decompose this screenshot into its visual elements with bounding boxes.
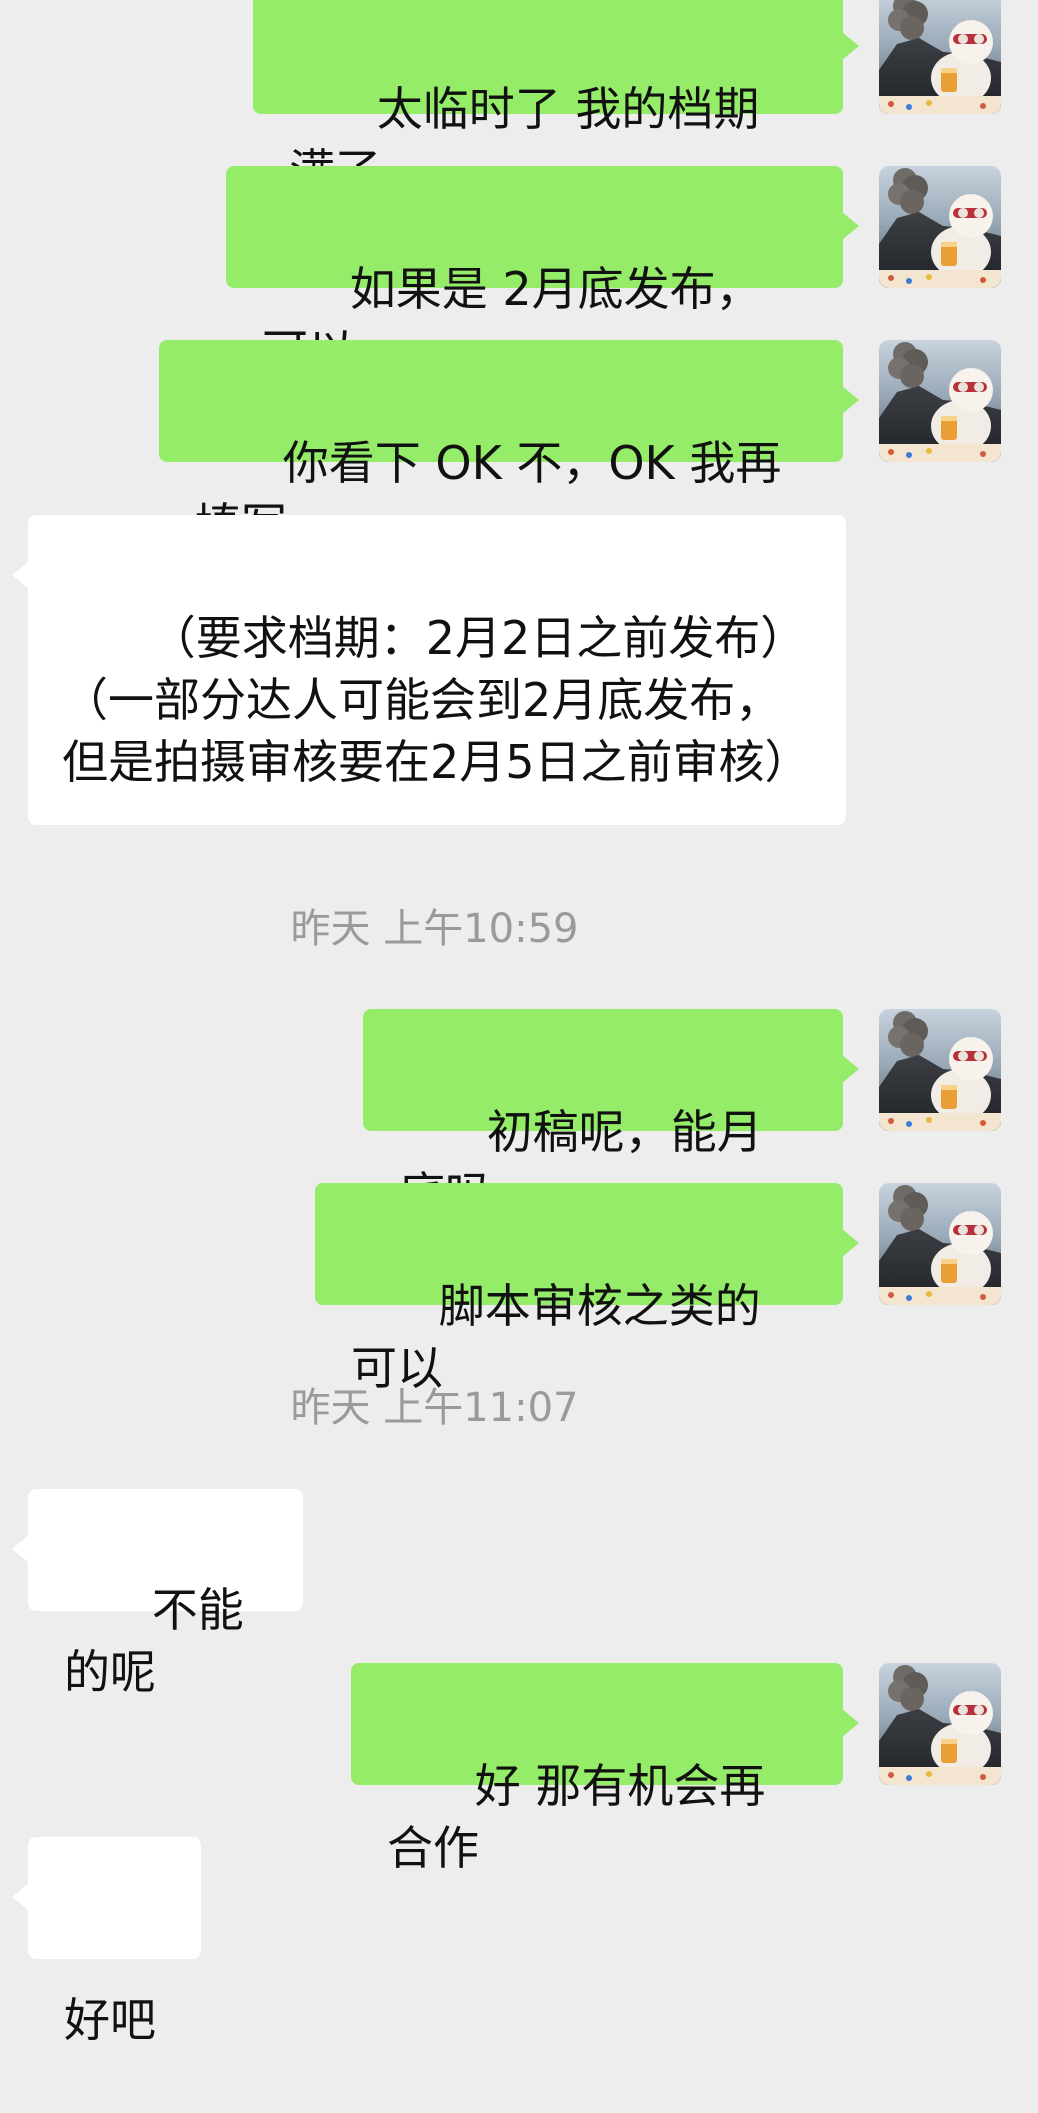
- avatar[interactable]: [879, 0, 1001, 114]
- message-bubble[interactable]: 初稿呢，能月底吗: [363, 1009, 859, 1221]
- user-avatar-icon: [879, 1663, 1001, 1785]
- message-text: 不能的呢: [64, 1583, 244, 1699]
- avatar[interactable]: [879, 1009, 1001, 1131]
- avatar[interactable]: [879, 1183, 1001, 1305]
- avatar[interactable]: [879, 340, 1001, 462]
- message-bubble[interactable]: 脚本审核之类的可以: [315, 1183, 859, 1395]
- avatar[interactable]: [879, 166, 1001, 288]
- message-bubble[interactable]: 好吧: [12, 1837, 201, 2047]
- message-timestamp: 昨天 上午10:59: [290, 906, 579, 952]
- user-avatar-icon: [879, 0, 1001, 114]
- message-bubble[interactable]: 好 那有机会再合作: [351, 1663, 859, 1875]
- message-bubble[interactable]: 你看下 OK 不，OK 我再填写: [159, 340, 859, 552]
- outgoing-message: 太临时了 我的档期满了: [0, 0, 1038, 198]
- message-bubble[interactable]: 太临时了 我的档期满了: [253, 0, 859, 198]
- user-avatar-icon: [879, 1183, 1001, 1305]
- message-timestamp: 昨天 上午11:07: [290, 1385, 579, 1431]
- message-text: （要求档期：2月2日之前发布） （一部分达人可能会到2月底发布，但是拍摄审核要在…: [62, 611, 811, 789]
- avatar[interactable]: [879, 1663, 1001, 1785]
- user-avatar-icon: [879, 1009, 1001, 1131]
- message-bubble[interactable]: 如果是 2月底发布，可以: [226, 166, 859, 378]
- message-bubble[interactable]: （要求档期：2月2日之前发布） （一部分达人可能会到2月底发布，但是拍摄审核要在…: [12, 515, 846, 825]
- message-text: 脚本审核之类的可以: [351, 1279, 761, 1395]
- user-avatar-icon: [879, 166, 1001, 288]
- message-text: 好 那有机会再合作: [387, 1759, 766, 1875]
- user-avatar-icon: [879, 340, 1001, 462]
- chat-message-list[interactable]: 太临时了 我的档期满了 如果是 2月底发布，可以 你看下 OK 不，OK 我再填…: [0, 0, 1038, 2047]
- message-text: 好吧: [64, 1993, 156, 2047]
- message-bubble[interactable]: 不能的呢: [12, 1489, 303, 1699]
